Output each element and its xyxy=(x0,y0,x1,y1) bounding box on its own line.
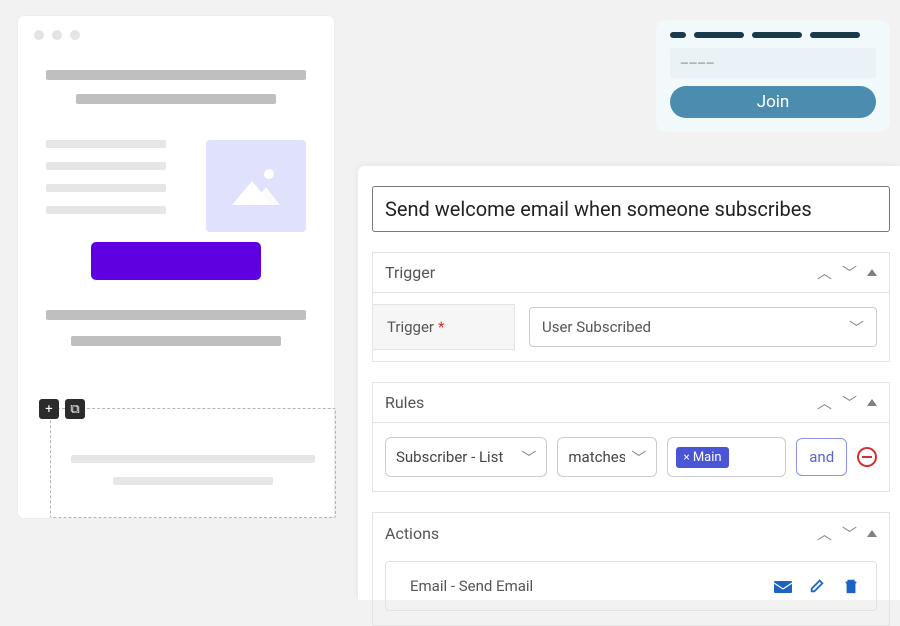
rule-tag-label: Main xyxy=(693,450,722,465)
skeleton-line xyxy=(71,455,315,463)
actions-section: Actions ︿ ﹀ Email - Send Email xyxy=(372,512,890,626)
chevron-down-icon: ﹀ xyxy=(849,317,864,338)
move-up-icon[interactable]: ︿ xyxy=(817,392,832,413)
hero-image-placeholder xyxy=(206,140,306,232)
skeleton-line xyxy=(46,206,166,214)
skeleton-subtitle xyxy=(76,94,276,104)
skeleton-line xyxy=(46,162,166,170)
actions-section-header[interactable]: Actions ︿ ﹀ xyxy=(373,513,889,553)
automation-name-input[interactable] xyxy=(372,186,890,232)
editor-drop-zone[interactable]: + ⧉ xyxy=(50,408,336,518)
add-block-button[interactable]: + xyxy=(39,399,59,419)
plus-icon: + xyxy=(45,403,52,416)
automation-panel: Trigger ︿ ﹀ Trigger* User Subscribed ﹀ R… xyxy=(358,166,900,600)
join-header-skeleton xyxy=(670,32,876,38)
join-form-card: Join xyxy=(656,20,890,132)
cta-button-placeholder xyxy=(91,242,261,280)
rule-tag[interactable]: × Main xyxy=(676,447,728,468)
action-row[interactable]: Email - Send Email xyxy=(385,561,877,611)
block-tools: + ⧉ xyxy=(39,399,85,419)
move-down-icon[interactable]: ﹀ xyxy=(842,262,857,283)
rule-operator-select[interactable]: matches a ﹀ xyxy=(557,437,657,477)
trigger-select-value: User Subscribed xyxy=(542,318,651,336)
section-title: Rules xyxy=(385,393,817,412)
chevron-down-icon: ﹀ xyxy=(631,447,646,468)
skeleton-bar xyxy=(46,310,306,320)
image-icon xyxy=(232,167,280,205)
rule-operator-value: matches a xyxy=(568,448,625,466)
duplicate-icon: ⧉ xyxy=(70,403,79,416)
section-title: Actions xyxy=(385,524,817,543)
collapse-icon[interactable] xyxy=(867,530,877,537)
duplicate-block-button[interactable]: ⧉ xyxy=(65,399,85,419)
rules-section-header[interactable]: Rules ︿ ﹀ xyxy=(373,383,889,423)
action-label: Email - Send Email xyxy=(410,577,533,595)
chevron-down-icon: ﹀ xyxy=(521,447,536,468)
move-up-icon[interactable]: ︿ xyxy=(817,262,832,283)
trigger-section: Trigger ︿ ﹀ Trigger* User Subscribed ﹀ xyxy=(372,252,890,362)
edit-icon[interactable] xyxy=(808,578,826,594)
skeleton-line xyxy=(113,477,273,485)
delete-icon[interactable] xyxy=(842,578,860,594)
skeleton-line xyxy=(46,184,166,192)
join-email-input[interactable] xyxy=(670,48,876,78)
move-up-icon[interactable]: ︿ xyxy=(817,523,832,544)
trigger-field-label: Trigger* xyxy=(373,304,515,350)
move-down-icon[interactable]: ﹀ xyxy=(842,392,857,413)
window-traffic-lights xyxy=(18,16,334,40)
rules-section: Rules ︿ ﹀ Subscriber - List ﹀ matches a … xyxy=(372,382,890,492)
remove-rule-icon[interactable] xyxy=(857,447,877,467)
rule-field-value: Subscriber - List xyxy=(396,448,503,466)
trigger-section-header[interactable]: Trigger ︿ ﹀ xyxy=(373,253,889,293)
tag-remove-icon[interactable]: × xyxy=(683,450,689,464)
trigger-select[interactable]: User Subscribed ﹀ xyxy=(529,307,877,347)
collapse-icon[interactable] xyxy=(867,269,877,276)
rule-field-select[interactable]: Subscriber - List ﹀ xyxy=(385,437,547,477)
skeleton-line xyxy=(46,140,166,148)
skeleton-title xyxy=(46,70,306,80)
email-body xyxy=(46,140,306,346)
rule-row: Subscriber - List ﹀ matches a ﹀ × Main a… xyxy=(385,437,877,477)
action-tools xyxy=(774,578,860,594)
move-down-icon[interactable]: ﹀ xyxy=(842,523,857,544)
add-and-condition-button[interactable]: and xyxy=(796,438,847,476)
rule-value-input[interactable]: × Main xyxy=(667,437,786,477)
join-button[interactable]: Join xyxy=(670,86,876,118)
preview-icon[interactable] xyxy=(774,578,792,594)
section-title: Trigger xyxy=(385,263,817,282)
collapse-icon[interactable] xyxy=(867,399,877,406)
skeleton-line xyxy=(71,336,281,346)
